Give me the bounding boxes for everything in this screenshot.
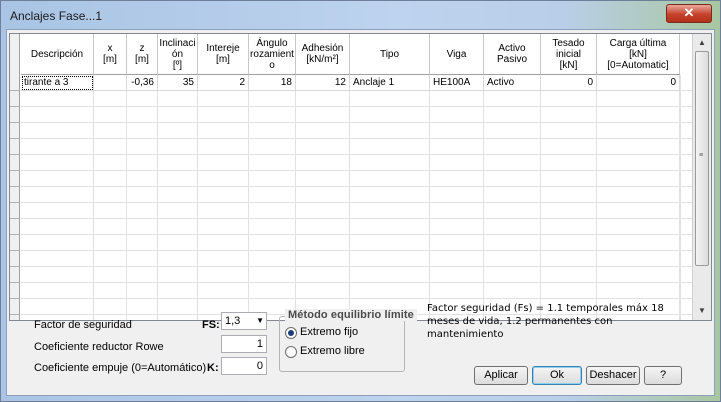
column-header[interactable]: z [m]: [127, 34, 158, 75]
row-header-line: [10, 186, 20, 187]
grid-column-line: [349, 75, 350, 320]
table-cell[interactable]: tirante a 3: [21, 75, 94, 91]
table-cell[interactable]: 18: [249, 75, 296, 91]
column-header[interactable]: Adhesión [kN/m²]: [296, 34, 350, 75]
row-header-line: [10, 170, 20, 171]
extremo-libre-radio[interactable]: [285, 346, 297, 358]
column-header[interactable]: Carga última [kN] [0=Automatic]: [597, 34, 680, 75]
grid-row-line: [21, 282, 692, 283]
column-header[interactable]: Ángulo rozamient o: [249, 34, 296, 75]
metodo-groupbox: [279, 316, 405, 372]
grid-row-line: [21, 218, 692, 219]
row-header-line: [10, 154, 20, 155]
fs-label: Factor de seguridad: [34, 319, 132, 331]
grid-column-line: [680, 75, 681, 320]
empuje-short-label: K:: [207, 362, 219, 374]
grid-column-line: [126, 75, 127, 320]
fs-select[interactable]: 1,3 ▼: [221, 312, 267, 330]
grid-row-line: [21, 170, 692, 171]
table-cell[interactable]: HE100A: [430, 75, 484, 91]
empuje-label: Coeficiente empuje (0=Automático): [34, 362, 207, 374]
grid-row-line: [21, 186, 692, 187]
grid-column-line: [429, 75, 430, 320]
table-cell[interactable]: 12: [296, 75, 350, 91]
close-icon: ✕: [683, 5, 695, 20]
scroll-thumb[interactable]: ≡: [695, 51, 709, 266]
table-cell[interactable]: 35: [158, 75, 198, 91]
row-header-line: [10, 298, 20, 299]
grid-column-line: [295, 75, 296, 320]
fs-select-value: 1,3: [225, 315, 241, 327]
table-cell[interactable]: Anclaje 1: [350, 75, 430, 91]
grid-column-line: [248, 75, 249, 320]
table-cell[interactable]: 2: [198, 75, 249, 91]
anclajes-grid: ▲ ≡ ▼ Descripción x [m] z [m] Inclinaci ón …: [9, 33, 712, 321]
grid-row-line: [21, 122, 692, 123]
extremo-libre-label[interactable]: Extremo libre: [300, 345, 365, 357]
metodo-title: Método equilibrio límite: [285, 309, 417, 321]
row-header-line: [10, 202, 20, 203]
empuje-input[interactable]: 0: [221, 357, 267, 375]
row-header-line: [10, 218, 20, 219]
grid-row-line: [21, 266, 692, 267]
grid-row-line: [21, 138, 692, 139]
column-header[interactable]: Descripción: [21, 34, 94, 75]
column-header[interactable]: Viga: [430, 34, 484, 75]
rowe-input[interactable]: 1: [221, 335, 267, 353]
undo-button[interactable]: Deshacer: [586, 366, 640, 385]
column-header[interactable]: x [m]: [94, 34, 127, 75]
grid-row-line: [21, 250, 692, 251]
table-cell[interactable]: -0,36: [127, 75, 158, 91]
dialog-client-area: ▲ ≡ ▼ Descripción x [m] z [m] Inclinaci ón …: [6, 29, 715, 396]
extremo-fijo-label[interactable]: Extremo fijo: [300, 326, 358, 338]
scroll-down-icon[interactable]: ▼: [693, 302, 711, 319]
row-header-line: [10, 282, 20, 283]
title-bar[interactable]: Anclajes Fase...1 ✕: [1, 1, 720, 29]
row-header-line: [10, 314, 20, 315]
grid-column-line: [540, 75, 541, 320]
column-header[interactable]: Tipo: [350, 34, 430, 75]
rowe-label: Coeficiente reductor Rowe: [34, 341, 164, 353]
safety-factor-note: Factor seguridad (Fs) = 1.1 temporales m…: [427, 303, 664, 340]
close-button[interactable]: ✕: [666, 4, 712, 23]
scroll-up-icon[interactable]: ▲: [693, 34, 711, 51]
table-cell[interactable]: 0: [597, 75, 680, 91]
ok-button[interactable]: Ok: [532, 366, 582, 385]
fs-short-label: FS:: [202, 319, 220, 331]
apply-button[interactable]: Aplicar: [474, 366, 528, 385]
table-cell[interactable]: Activo: [484, 75, 541, 91]
row-header-line: [10, 106, 20, 107]
column-header[interactable]: Activo Pasivo: [484, 34, 541, 75]
grid-column-line: [483, 75, 484, 320]
extremo-fijo-radio[interactable]: [285, 327, 297, 339]
grid-column-line: [157, 75, 158, 320]
table-cell[interactable]: [94, 75, 127, 91]
grid-row-line: [21, 154, 692, 155]
row-header-line: [10, 266, 20, 267]
grid-row-line: [21, 106, 692, 107]
chevron-down-icon: ▼: [256, 316, 264, 325]
dialog-window: Anclajes Fase...1 ✕ ▲ ≡ ▼ Descripción x […: [0, 0, 721, 402]
row-header-line: [10, 250, 20, 251]
grid-column-line: [197, 75, 198, 320]
grid-row-line: [21, 234, 692, 235]
row-header-line: [10, 138, 20, 139]
row-header-line: [10, 122, 20, 123]
help-button[interactable]: ?: [644, 366, 682, 385]
row-header-column: [10, 34, 20, 320]
grid-column-line: [596, 75, 597, 320]
row-header-line: [10, 90, 20, 91]
vertical-scrollbar[interactable]: ▲ ≡ ▼: [692, 34, 711, 320]
row-header-line: [10, 234, 20, 235]
column-header[interactable]: Intereje [m]: [198, 34, 249, 75]
grid-row-line: [21, 202, 692, 203]
grid-column-line: [93, 75, 94, 320]
window-title: Anclajes Fase...1: [10, 9, 103, 23]
grip-icon: ≡: [699, 152, 704, 159]
column-header[interactable]: Inclinaci ón [º]: [158, 34, 198, 75]
table-cell[interactable]: 0: [541, 75, 597, 91]
column-header[interactable]: Tesado inicial [kN]: [541, 34, 597, 75]
grid-row-line: [21, 298, 692, 299]
